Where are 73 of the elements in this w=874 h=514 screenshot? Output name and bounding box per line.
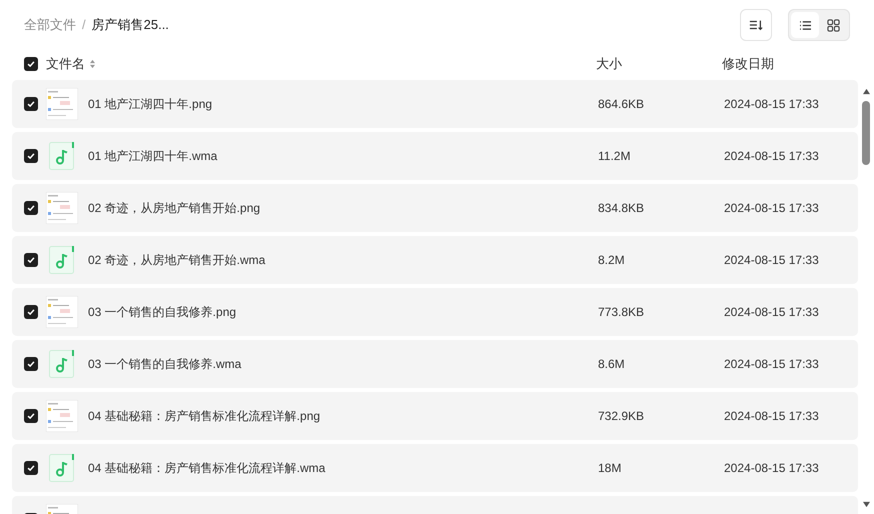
image-thumbnail <box>46 88 78 120</box>
sort-button[interactable] <box>740 9 772 41</box>
file-name[interactable]: 01 地产江湖四十年.wma <box>88 147 598 165</box>
file-name[interactable]: 03 一个销售的自我修养.wma <box>88 355 598 373</box>
file-name[interactable]: 02 奇迹，从房地产销售开始.png <box>88 199 598 217</box>
column-header[interactable]: 大小 <box>596 54 622 74</box>
audio-file-icon <box>49 246 75 274</box>
checkbox[interactable] <box>24 149 38 163</box>
breadcrumb-link[interactable]: 全部文件 <box>24 15 76 35</box>
checkbox[interactable] <box>24 409 38 423</box>
checkmark-icon <box>26 359 36 369</box>
scroll-down-icon <box>862 501 870 508</box>
modified-date: 2024-08-15 17:33 <box>724 304 819 321</box>
checkmark-icon <box>26 307 36 317</box>
modified-date: 2024-08-15 17:33 <box>724 408 819 425</box>
list-icon <box>798 20 812 30</box>
file-row[interactable]: 01 地产江湖四十年.wma 11.2M 2024-08-15 17:33 <box>12 132 858 180</box>
file-size: 8.6M <box>598 356 626 373</box>
file-size: 18M <box>598 460 622 477</box>
checkbox[interactable] <box>24 201 38 215</box>
image-thumbnail <box>46 400 78 432</box>
file-size: 864.6KB <box>598 96 646 113</box>
file-name[interactable]: 04 基础秘籍：房产销售标准化流程详解.wma <box>88 459 598 477</box>
file-name[interactable]: 01 地产江湖四十年.png <box>88 95 598 113</box>
checkbox[interactable] <box>24 253 38 267</box>
file-name[interactable]: 04 基础秘籍：房产销售标准化流程详解.png <box>88 407 598 425</box>
list-view-button[interactable] <box>791 12 819 38</box>
sort-icon <box>749 18 763 32</box>
audio-file-icon <box>49 454 75 482</box>
file-row[interactable]: 04 基础秘籍：房产销售标准化流程详解.png 732.9KB 2024-08-15 17:33 <box>12 392 858 440</box>
modified-date: 2024-08-15 17:33 <box>724 200 819 217</box>
file-size: 11.2M <box>598 148 632 165</box>
file-name[interactable]: 02 奇迹，从房地产销售开始.wma <box>88 251 598 269</box>
file-size: 732.9KB <box>598 408 646 425</box>
checkbox[interactable] <box>24 461 38 475</box>
grid-icon <box>826 18 840 32</box>
modified-date: 2024-08-15 17:33 <box>724 252 819 269</box>
modified-date: 2024-08-15 17:33 <box>724 148 819 165</box>
breadcrumb-current[interactable]: 房产销售25... <box>92 15 169 35</box>
file-row[interactable]: 01 地产江湖四十年.png 864.6KB 2024-08-15 17:33 <box>12 80 858 128</box>
modified-date: 2024-08-15 17:33 <box>724 460 819 477</box>
breadcrumb-separator: / <box>82 16 86 34</box>
sort-arrows-icon <box>89 59 96 69</box>
file-row[interactable]: 03 一个销售的自我修养.wma 8.6M 2024-08-15 17:33 <box>12 340 858 388</box>
column-header[interactable]: 修改日期 <box>722 54 774 74</box>
file-size: 773.8KB <box>598 304 646 321</box>
file-size: 834.8KB <box>598 200 646 217</box>
image-thumbnail <box>46 296 78 328</box>
checkmark-icon <box>26 203 36 213</box>
checkmark-icon <box>26 255 36 265</box>
checkmark-icon <box>26 59 36 69</box>
column-header[interactable]: 文件名 <box>46 54 96 74</box>
checkmark-icon <box>26 463 36 473</box>
file-name[interactable]: 03 一个销售的自我修养.png <box>88 303 598 321</box>
file-row[interactable]: 04 基础秘籍：房产销售标准化流程详解.wma 18M 2024-08-15 17:33 <box>12 444 858 492</box>
checkbox[interactable] <box>24 97 38 111</box>
checkmark-icon <box>26 411 36 421</box>
checkmark-icon <box>26 99 36 109</box>
checkmark-icon <box>26 151 36 161</box>
image-thumbnail <box>46 192 78 224</box>
checkbox[interactable] <box>24 57 38 71</box>
scroll-up-icon <box>862 88 870 95</box>
file-row[interactable]: 03 一个销售的自我修养.png 773.8KB 2024-08-15 17:33 <box>12 288 858 336</box>
file-row[interactable]: 02 奇迹，从房地产销售开始.png 834.8KB 2024-08-15 17:33 <box>12 184 858 232</box>
file-row[interactable]: 02 奇迹，从房地产销售开始.wma 8.2M 2024-08-15 17:33 <box>12 236 858 284</box>
checkbox[interactable] <box>24 305 38 319</box>
audio-file-icon <box>49 142 75 170</box>
file-size: 8.2M <box>598 252 626 269</box>
modified-date: 2024-08-15 17:33 <box>724 356 819 373</box>
checkbox[interactable] <box>24 357 38 371</box>
modified-date: 2024-08-15 17:33 <box>724 96 819 113</box>
scrollbar-thumb[interactable] <box>862 101 870 165</box>
audio-file-icon <box>49 350 75 378</box>
